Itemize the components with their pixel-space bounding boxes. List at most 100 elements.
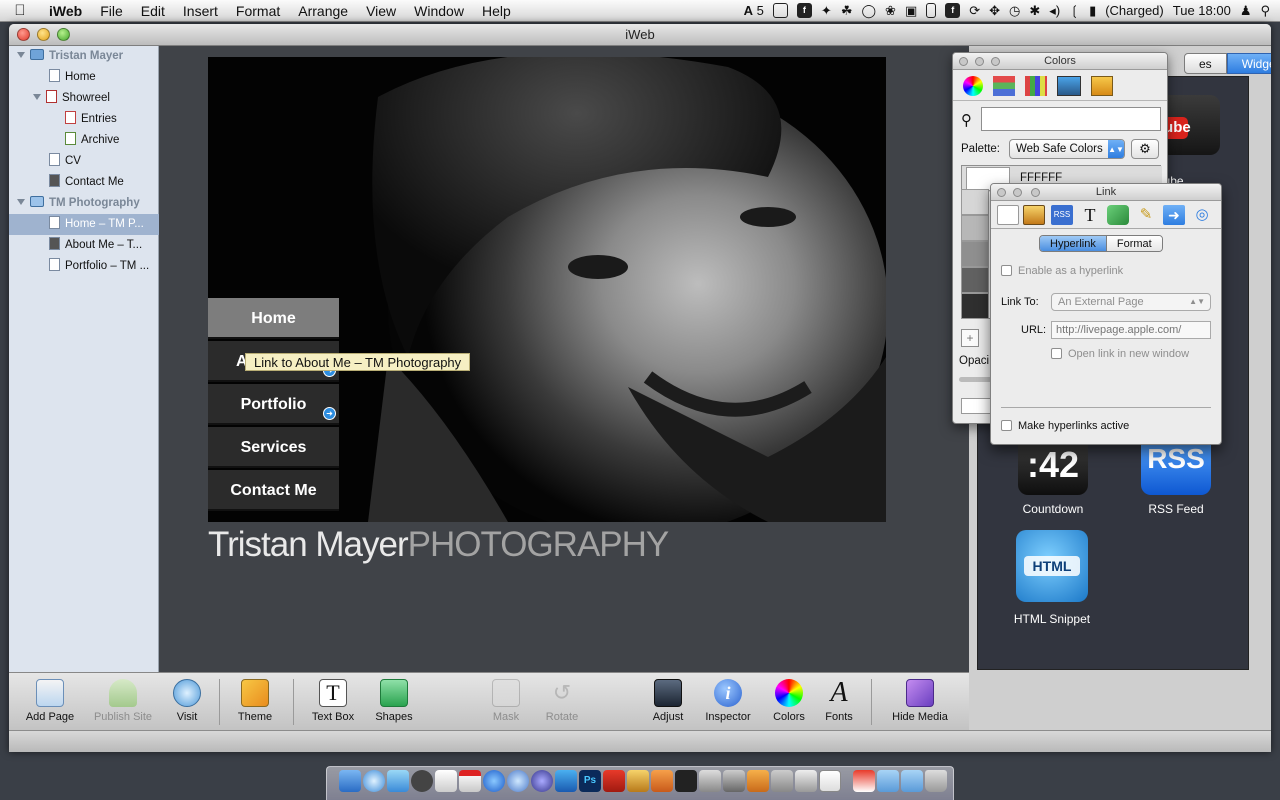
page-canvas[interactable]: Home A ➜ Portfolio ➜ Services Contact Me… (159, 46, 969, 672)
visit-button[interactable]: Visit (155, 677, 219, 723)
app-store-icon[interactable] (483, 770, 505, 792)
utility-icon[interactable] (771, 770, 793, 792)
url-input[interactable] (1051, 321, 1211, 339)
menu-format[interactable]: Format (227, 3, 289, 19)
preferences-icon[interactable] (795, 770, 817, 792)
apple-menu-icon[interactable]:  (0, 2, 40, 19)
move-icon[interactable]: ✥ (989, 3, 1000, 19)
make-active-row[interactable]: Make hyperlinks active (1001, 420, 1129, 432)
document-icon[interactable] (853, 770, 875, 792)
final-cut-icon[interactable] (699, 770, 721, 792)
add-color-button[interactable]: + (961, 329, 979, 347)
palette-swatch[interactable] (961, 267, 989, 293)
menu-app[interactable]: iWeb (40, 3, 91, 19)
iweb-app-icon[interactable] (651, 770, 673, 792)
menu-arrange[interactable]: Arrange (289, 3, 357, 19)
twitter-icon[interactable]: ✦ (821, 3, 832, 19)
applications-folder-icon[interactable] (877, 770, 899, 792)
html-snippet-widget-icon[interactable]: HTML (1016, 530, 1088, 602)
minimize-button[interactable] (1013, 188, 1022, 197)
pen-tool-icon[interactable] (723, 770, 745, 792)
sidebar-item-cv[interactable]: CV (49, 151, 81, 172)
site-tristan-mayer[interactable]: Tristan Mayer (17, 46, 123, 67)
sidebar-item-tm-home[interactable]: Home – TM P... (9, 214, 159, 235)
clock[interactable]: Tue 18:00 (1173, 3, 1231, 18)
mail-icon[interactable] (555, 770, 577, 792)
spotlight-icon[interactable]: ⚲ (1260, 3, 1270, 19)
menu-insert[interactable]: Insert (174, 3, 227, 19)
hero-photo[interactable]: Home A ➜ Portfolio ➜ Services Contact Me… (208, 57, 886, 522)
minimize-button[interactable] (975, 57, 984, 66)
graphic-inspector-icon[interactable] (1107, 205, 1129, 225)
sidebar-item-tm-portfolio[interactable]: Portfolio – TM ... (49, 256, 157, 277)
nav-services-button[interactable]: Services (208, 427, 339, 468)
menu-file[interactable]: File (91, 3, 132, 19)
rotate-button[interactable]: ↺ Rotate (530, 677, 594, 723)
close-button[interactable] (17, 28, 30, 41)
palette-swatch[interactable] (961, 241, 989, 267)
menu-window[interactable]: Window (405, 3, 473, 19)
disclosure-triangle-icon[interactable] (33, 94, 41, 100)
facebook-chat-icon[interactable]: f (945, 3, 961, 18)
text-box-button[interactable]: T Text Box (301, 677, 365, 723)
palette-swatch[interactable] (961, 215, 989, 241)
bluetooth-icon[interactable]: ✱ (1029, 3, 1040, 19)
hide-media-button[interactable]: Hide Media (885, 677, 955, 723)
preview-icon[interactable] (435, 770, 457, 792)
clapper-icon[interactable] (675, 770, 697, 792)
evernote-icon[interactable]: ☘ (841, 3, 853, 19)
menu-edit[interactable]: Edit (132, 3, 174, 19)
wifi-icon[interactable]: ❲ (1069, 3, 1080, 19)
open-new-window-row[interactable]: Open link in new window (1051, 348, 1189, 360)
close-button[interactable] (997, 188, 1006, 197)
calendar-icon[interactable] (459, 770, 481, 792)
enable-hyperlink-checkbox[interactable] (1001, 265, 1012, 276)
minimize-button[interactable] (37, 28, 50, 41)
twitter-icon[interactable] (387, 770, 409, 792)
sidebar-item-contact-me[interactable]: Contact Me (49, 172, 124, 193)
disclosure-triangle-icon[interactable] (17, 199, 25, 205)
enable-hyperlink-row[interactable]: Enable as a hyperlink (1001, 265, 1123, 277)
palette-swatch[interactable] (961, 189, 989, 215)
menu-help[interactable]: Help (473, 3, 520, 19)
sidebar-item-entries[interactable]: Entries (65, 109, 117, 130)
adjust-button[interactable]: Adjust (636, 677, 700, 723)
nav-home-button[interactable]: Home (208, 298, 339, 339)
rss-inspector-icon[interactable]: RSS (1051, 205, 1073, 225)
tab-pages-partial[interactable]: es (1184, 53, 1227, 74)
nav-portfolio-button[interactable]: Portfolio (208, 384, 339, 425)
add-page-button[interactable]: Add Page (18, 677, 82, 723)
garageband-icon[interactable] (747, 770, 769, 792)
trash-icon[interactable] (925, 770, 947, 792)
make-hyperlinks-active-checkbox[interactable] (1001, 420, 1012, 431)
tab-format[interactable]: Format (1105, 236, 1162, 251)
link-inspector-icon[interactable]: ➜ (1163, 205, 1185, 225)
link-to-select[interactable]: An External Page ▲▼ (1051, 293, 1211, 311)
text-inspector-icon[interactable]: T (1079, 205, 1101, 225)
nav-contact-me-button[interactable]: Contact Me (208, 470, 339, 511)
itunes-icon[interactable] (507, 770, 529, 792)
site-title[interactable]: Tristan MayerPHOTOGRAPHY (208, 525, 669, 565)
palette-gear-icon[interactable]: ⚙ (1131, 139, 1159, 159)
photoshop-icon[interactable]: Ps (579, 770, 601, 792)
time-machine-icon[interactable]: ◷ (1009, 3, 1020, 19)
open-new-window-checkbox[interactable] (1051, 348, 1062, 359)
close-button[interactable] (959, 57, 968, 66)
sidebar-item-archive[interactable]: Archive (65, 130, 119, 151)
inspector-button[interactable]: i Inspector (696, 677, 760, 723)
menu-view[interactable]: View (357, 3, 405, 19)
tab-widgets[interactable]: Widgets (1226, 53, 1271, 74)
sidebar-item-showreel[interactable]: Showreel (33, 88, 110, 109)
phone-icon[interactable] (926, 3, 937, 18)
zoom-button[interactable] (57, 28, 70, 41)
theme-button[interactable]: Theme (223, 677, 287, 723)
tab-hyperlink[interactable]: Hyperlink (1040, 236, 1106, 251)
user-icon[interactable]: ♟ (1240, 3, 1252, 19)
page-inspector-icon[interactable] (1023, 205, 1045, 225)
circle-status-icon[interactable]: ◯ (861, 3, 876, 19)
color-sliders-icon[interactable] (993, 76, 1015, 96)
sidebar-item-home[interactable]: Home (49, 67, 96, 88)
image-palettes-icon[interactable] (1057, 76, 1081, 96)
iphoto-icon[interactable] (627, 770, 649, 792)
sidebar-item-tm-about[interactable]: About Me – T... (49, 235, 157, 256)
